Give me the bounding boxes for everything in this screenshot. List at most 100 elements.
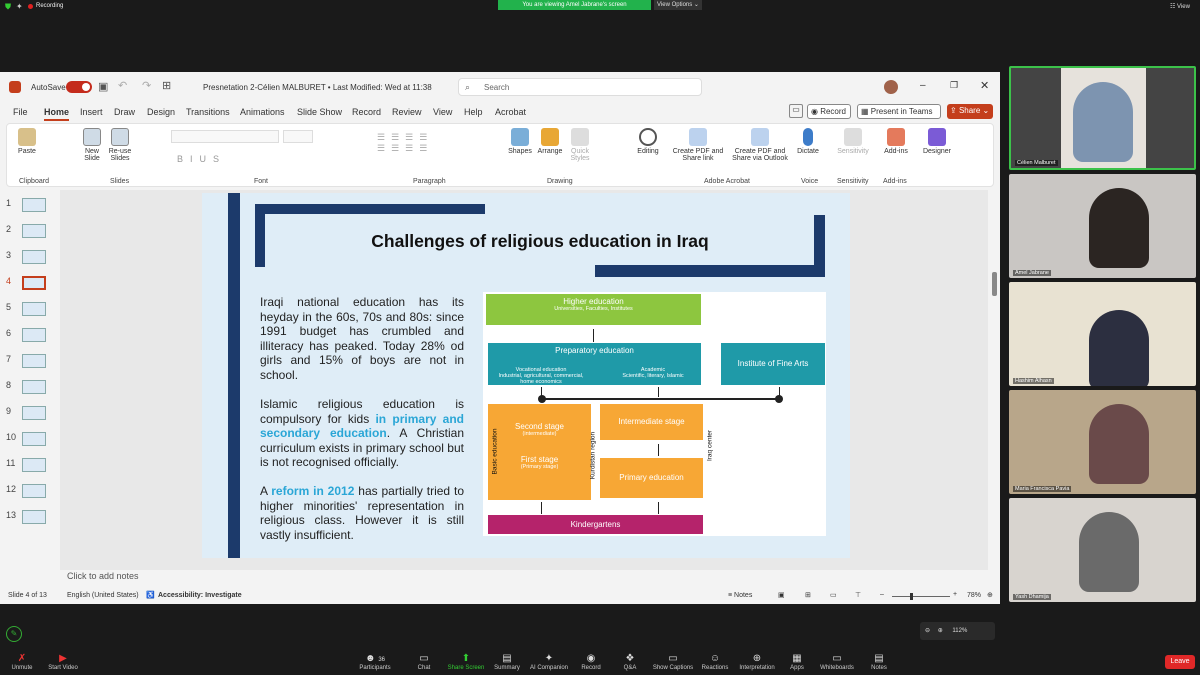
new-slide-button[interactable]: New Slide bbox=[79, 128, 105, 162]
font-size-select[interactable] bbox=[283, 130, 313, 143]
restore-icon[interactable]: ❐ bbox=[950, 80, 958, 91]
arrow-up bbox=[658, 387, 659, 397]
tab-help[interactable]: Help bbox=[464, 107, 483, 117]
dictate-button[interactable]: Dictate bbox=[793, 128, 823, 155]
tab-animations[interactable]: Animations bbox=[240, 107, 285, 117]
create-pdf-outlook-button[interactable]: Create PDF and Share via Outlook bbox=[727, 128, 793, 162]
zoom-out-icon[interactable]: ⊖ bbox=[925, 628, 930, 634]
slide-thumbnail-selected[interactable] bbox=[22, 276, 46, 290]
zoom-level[interactable]: 78% bbox=[967, 592, 981, 599]
reuse-slides-button[interactable]: Re-use Slides bbox=[107, 128, 133, 162]
avatar[interactable] bbox=[884, 80, 898, 94]
sensitivity-button[interactable]: Sensitivity bbox=[833, 128, 873, 155]
record-button[interactable]: ◉ Record bbox=[807, 104, 851, 119]
slide-thumbnail[interactable] bbox=[22, 250, 46, 264]
video-tile[interactable]: Amel Jabrane bbox=[1009, 174, 1196, 278]
start-video-button[interactable]: ▶ Start Video bbox=[38, 653, 88, 671]
arrange-button[interactable]: Arrange bbox=[535, 128, 565, 155]
undo-icon[interactable]: ↶ bbox=[118, 79, 127, 92]
tab-view[interactable]: View bbox=[433, 107, 452, 117]
zoom-out-icon[interactable]: – bbox=[880, 591, 884, 598]
powerpoint-logo-icon bbox=[9, 81, 21, 93]
notes-pane[interactable]: Click to add notes bbox=[60, 570, 988, 586]
document-title[interactable]: Presnetation 2-Célien MALBURET • Last Mo… bbox=[203, 83, 432, 92]
font-name-select[interactable] bbox=[171, 130, 279, 143]
slide-thumbnail[interactable] bbox=[22, 380, 46, 394]
zoom-slider[interactable] bbox=[892, 593, 950, 600]
tab-file[interactable]: File bbox=[13, 107, 28, 117]
video-tile[interactable]: Maria Francisca Pavia bbox=[1009, 390, 1196, 494]
tab-insert[interactable]: Insert bbox=[80, 107, 103, 117]
slide-thumbnail[interactable] bbox=[22, 354, 46, 368]
slide-thumbnail[interactable] bbox=[22, 458, 46, 472]
quick-styles-button[interactable]: Quick Styles bbox=[565, 128, 595, 162]
slide-thumbnail[interactable] bbox=[22, 224, 46, 238]
editing-button[interactable]: Editing bbox=[633, 128, 663, 155]
close-icon[interactable]: ✕ bbox=[980, 79, 989, 92]
slide[interactable]: Challenges of religious education in Ira… bbox=[202, 193, 850, 558]
create-pdf-share-link-button[interactable]: Create PDF and Share link bbox=[669, 128, 727, 162]
notes-button[interactable]: ▤ Notes bbox=[854, 653, 904, 671]
reading-view-icon[interactable]: ▭ bbox=[830, 591, 837, 599]
slide-thumbnail[interactable] bbox=[22, 432, 46, 446]
viewing-banner: You are viewing Amel Jabrane's screen bbox=[498, 0, 651, 10]
fit-slide-icon[interactable]: ⊕ bbox=[987, 591, 993, 599]
scrollbar-thumb[interactable] bbox=[992, 272, 997, 296]
participant-name: Amel Jabrane bbox=[1013, 270, 1051, 276]
present-icon[interactable]: ⊞ bbox=[162, 79, 171, 92]
paragraph-buttons[interactable]: ☰☰☰☰ ☰☰☰☰ bbox=[377, 132, 497, 162]
tab-draw[interactable]: Draw bbox=[114, 107, 135, 117]
slide-thumbnail[interactable] bbox=[22, 406, 46, 420]
present-in-teams-button[interactable]: ▦ Present in Teams bbox=[857, 104, 941, 119]
language-indicator[interactable]: English (United States) bbox=[67, 592, 139, 599]
annotate-icon[interactable]: ✎ bbox=[6, 626, 22, 642]
tab-record[interactable]: Record bbox=[352, 107, 381, 117]
tab-slide-show[interactable]: Slide Show bbox=[297, 107, 342, 117]
search-input[interactable]: ⌕ Search bbox=[458, 78, 702, 96]
slide-thumbnail[interactable] bbox=[22, 198, 46, 212]
video-tile[interactable]: Hashim Alhasn bbox=[1009, 282, 1196, 386]
video-tile[interactable]: Célien Malburet bbox=[1009, 66, 1196, 170]
view-button[interactable]: ☷ View bbox=[1170, 3, 1190, 10]
shapes-button[interactable]: Shapes bbox=[505, 128, 535, 155]
slideshow-icon[interactable]: ⊤ bbox=[855, 591, 861, 599]
zoom-percentage[interactable]: 112% bbox=[952, 628, 967, 634]
arrow-up bbox=[541, 387, 542, 397]
basic-education-label: Basic education bbox=[491, 428, 499, 475]
tab-review[interactable]: Review bbox=[392, 107, 422, 117]
leave-button[interactable]: Leave bbox=[1165, 655, 1195, 669]
notes-button[interactable]: ≡ Notes bbox=[728, 592, 752, 599]
slide-thumbnail[interactable] bbox=[22, 328, 46, 342]
menu-bar: File Home Insert Draw Design Transitions… bbox=[0, 102, 1000, 122]
designer-button[interactable]: Designer bbox=[919, 128, 955, 155]
autosave-toggle[interactable] bbox=[66, 81, 92, 93]
normal-view-icon[interactable]: ▣ bbox=[778, 591, 785, 599]
add-ins-button[interactable]: Add-ins bbox=[879, 128, 913, 155]
participants-button[interactable]: ☻ 36 Participants bbox=[350, 653, 400, 671]
new-slide-label: New Slide bbox=[84, 148, 100, 162]
comments-icon[interactable]: ▭ bbox=[789, 104, 803, 118]
redo-icon[interactable]: ↷ bbox=[142, 79, 151, 92]
minimize-icon[interactable]: – bbox=[920, 80, 926, 91]
view-options-button[interactable]: View Options ⌄ bbox=[654, 0, 702, 10]
slide-thumbnail[interactable] bbox=[22, 484, 46, 498]
save-icon[interactable]: ▣ bbox=[98, 80, 108, 93]
arrow-up bbox=[779, 387, 780, 397]
video-tile[interactable]: Yash Dhamija bbox=[1009, 498, 1196, 602]
zoom-controls: ⊖ ⊕ 112% bbox=[920, 622, 995, 640]
slide-thumbnail[interactable] bbox=[22, 302, 46, 316]
recording-indicator[interactable]: Recording bbox=[28, 3, 63, 9]
tab-acrobat[interactable]: Acrobat bbox=[495, 107, 526, 117]
notes-placeholder: Click to add notes bbox=[67, 571, 139, 581]
tab-home[interactable]: Home bbox=[44, 107, 70, 121]
zoom-in-icon[interactable]: ⊕ bbox=[938, 628, 943, 634]
tab-design[interactable]: Design bbox=[147, 107, 175, 117]
tab-transitions[interactable]: Transitions bbox=[186, 107, 230, 117]
accessibility-status[interactable]: Accessibility: Investigate bbox=[158, 592, 242, 599]
zoom-in-icon[interactable]: + bbox=[953, 591, 957, 598]
slide-thumbnail[interactable] bbox=[22, 510, 46, 524]
font-format-buttons[interactable]: BIUS bbox=[177, 154, 226, 164]
share-button[interactable]: ⇪ Share ⌄ bbox=[947, 104, 993, 119]
slide-sorter-icon[interactable]: ⊞ bbox=[805, 591, 811, 599]
paste-button[interactable]: Paste bbox=[15, 128, 39, 155]
